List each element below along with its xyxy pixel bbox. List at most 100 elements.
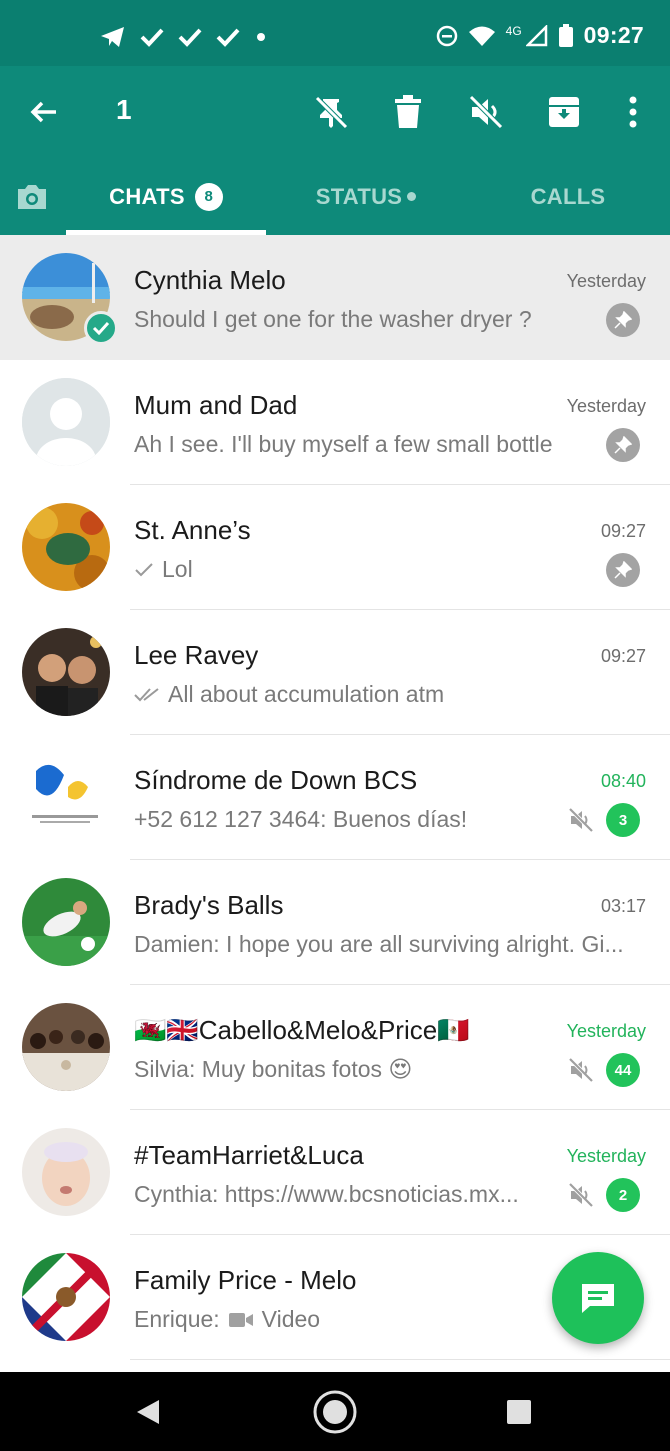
chat-row[interactable]: 🏴󠁧󠁢󠁷󠁬󠁳󠁿🇬🇧Cabello&Melo&Price🇲🇽 Yesterday … bbox=[0, 985, 670, 1110]
wifi-icon bbox=[468, 26, 495, 46]
avatar[interactable] bbox=[22, 1128, 110, 1216]
chat-preview: Lol bbox=[134, 556, 193, 583]
chats-unread-badge: 8 bbox=[194, 182, 223, 211]
pin-icon bbox=[606, 428, 640, 462]
check-icon bbox=[140, 28, 164, 47]
chat-name: Mum and Dad bbox=[134, 390, 298, 420]
chat-preview-text: Cynthia: https://www.bcsnoticias.mx... bbox=[134, 1181, 519, 1207]
chat-row[interactable]: Síndrome de Down BCS 08:40 +52 612 127 3… bbox=[0, 735, 670, 860]
back-arrow-icon[interactable] bbox=[26, 94, 62, 130]
tab-chats[interactable]: CHATS 8 bbox=[66, 158, 266, 235]
avatar[interactable] bbox=[22, 1253, 110, 1341]
avatar[interactable] bbox=[22, 1003, 110, 1091]
network-type: 4G bbox=[505, 23, 522, 38]
telegram-icon bbox=[101, 27, 124, 47]
avatar[interactable] bbox=[22, 878, 110, 966]
chat-preview: Silvia: Muy bonitas fotos 😍 bbox=[134, 1056, 412, 1083]
chat-row[interactable]: Brady's Balls 03:17 Damien: I hope you a… bbox=[0, 860, 670, 985]
chat-preview-text: Damien: I hope you are all surviving alr… bbox=[134, 931, 624, 957]
tab-calls-label: CALLS bbox=[530, 183, 606, 209]
chat-preview-text: Silvia: Muy bonitas fotos 😍 bbox=[134, 1056, 413, 1082]
chat-name: #TeamHarriet&Luca bbox=[134, 1140, 364, 1170]
tab-chats-label: CHATS bbox=[109, 183, 185, 209]
clock: 09:27 bbox=[583, 22, 644, 48]
video-icon bbox=[228, 1312, 253, 1327]
nav-home-icon[interactable] bbox=[311, 1388, 359, 1436]
more-vert-icon[interactable] bbox=[615, 94, 651, 130]
chat-row[interactable]: St. Anne’s 09:27 Lol bbox=[0, 485, 670, 610]
chat-preview-text: Lol bbox=[162, 556, 193, 582]
selected-check-icon bbox=[84, 311, 118, 345]
tab-camera[interactable] bbox=[0, 158, 64, 235]
tab-status-label: STATUS bbox=[315, 183, 403, 209]
unread-count-badge: 2 bbox=[606, 1178, 640, 1212]
chat-list: Cynthia Melo Yesterday Should I get one … bbox=[0, 235, 670, 1372]
divider bbox=[130, 1359, 670, 1360]
chat-name: Brady's Balls bbox=[134, 890, 284, 920]
archive-icon[interactable] bbox=[546, 94, 582, 130]
chat-preview: +52 612 127 3464: Buenos días! bbox=[134, 806, 467, 833]
chat-preview-text: All about accumulation atm bbox=[168, 681, 445, 707]
avatar[interactable] bbox=[22, 753, 110, 841]
unpin-icon[interactable] bbox=[313, 94, 349, 130]
delete-icon[interactable] bbox=[390, 94, 426, 130]
avatar[interactable] bbox=[22, 628, 110, 716]
check-icon bbox=[216, 28, 240, 47]
chat-name: St. Anne’s bbox=[134, 515, 251, 545]
chat-name: Family Price - Melo bbox=[134, 1265, 357, 1295]
chat-row[interactable]: Lee Ravey 09:27 All about accumulation a… bbox=[0, 610, 670, 735]
dnd-icon bbox=[436, 25, 457, 46]
chat-preview: Ah I see. I'll buy myself a few small bo… bbox=[134, 431, 554, 458]
nav-back-icon[interactable] bbox=[124, 1388, 172, 1436]
muted-icon bbox=[568, 1057, 594, 1083]
pin-icon bbox=[606, 303, 640, 337]
chat-name: Lee Ravey bbox=[134, 640, 259, 670]
chat-time: Yesterday bbox=[566, 1021, 646, 1041]
chat-preview: All about accumulation atm bbox=[134, 681, 444, 708]
chat-row[interactable]: Cynthia Melo Yesterday Should I get one … bbox=[0, 235, 670, 360]
chat-name: Síndrome de Down BCS bbox=[134, 765, 418, 795]
notification-icons bbox=[100, 26, 268, 48]
chat-time: Yesterday bbox=[566, 271, 646, 291]
chat-name: 🏴󠁧󠁢󠁷󠁬󠁳󠁿🇬🇧Cabello&Melo&Price🇲🇽 bbox=[134, 1015, 470, 1045]
chat-time: 09:27 bbox=[600, 646, 646, 666]
single-tick-icon bbox=[135, 562, 153, 576]
muted-icon bbox=[568, 1182, 594, 1208]
camera-icon bbox=[18, 184, 46, 209]
mute-icon[interactable] bbox=[468, 94, 504, 130]
chat-preview: Enrique: Video bbox=[134, 1306, 320, 1333]
chat-preview-sender: Enrique: bbox=[134, 1306, 220, 1332]
chat-preview: Cynthia: https://www.bcsnoticias.mx... bbox=[134, 1181, 519, 1208]
unread-count-badge: 3 bbox=[606, 803, 640, 837]
chat-row[interactable]: #TeamHarriet&Luca Yesterday Cynthia: htt… bbox=[0, 1110, 670, 1235]
chat-time: 03:17 bbox=[600, 896, 646, 916]
status-new-dot bbox=[407, 192, 417, 201]
unread-count-badge: 44 bbox=[606, 1053, 640, 1087]
tab-bar: CHATS 8 STATUS CALLS bbox=[0, 158, 670, 235]
chat-time: Yesterday bbox=[566, 396, 646, 416]
selection-toolbar: 1 bbox=[0, 66, 670, 158]
chat-preview-text: Video bbox=[261, 1306, 321, 1332]
tab-status[interactable]: STATUS bbox=[266, 158, 466, 235]
avatar[interactable] bbox=[22, 378, 110, 466]
new-chat-button[interactable] bbox=[552, 1252, 644, 1344]
tab-calls[interactable]: CALLS bbox=[466, 158, 670, 235]
chat-preview: Damien: I hope you are all surviving alr… bbox=[134, 931, 624, 958]
chat-time: Yesterday bbox=[566, 1146, 646, 1166]
chat-preview-text: Ah I see. I'll buy myself a few small bo… bbox=[134, 431, 554, 457]
dot-icon bbox=[257, 33, 265, 41]
avatar[interactable] bbox=[22, 503, 110, 591]
chat-preview-text: Should I get one for the washer dryer ? bbox=[134, 306, 532, 332]
new-chat-icon bbox=[582, 1284, 614, 1313]
nav-recents-icon[interactable] bbox=[495, 1388, 543, 1436]
double-tick-icon bbox=[134, 687, 159, 701]
chat-name: Cynthia Melo bbox=[134, 265, 286, 295]
chat-time: 09:27 bbox=[600, 521, 646, 541]
chat-preview-text: +52 612 127 3464: Buenos días! bbox=[134, 806, 468, 832]
status-bar: 4G 09:27 bbox=[0, 0, 670, 66]
chat-preview: Should I get one for the washer dryer ? bbox=[134, 306, 532, 333]
chat-row[interactable]: Mum and Dad Yesterday Ah I see. I'll buy… bbox=[0, 360, 670, 485]
muted-icon bbox=[568, 807, 594, 833]
pin-icon bbox=[606, 553, 640, 587]
system-nav-bar bbox=[0, 1372, 670, 1451]
